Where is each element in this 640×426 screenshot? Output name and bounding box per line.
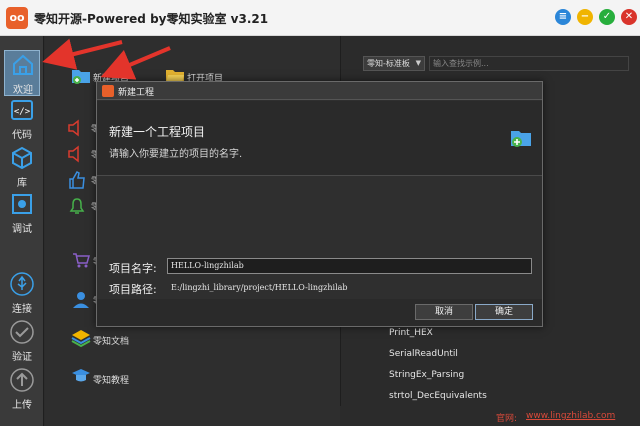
example-item[interactable]: StringEx_Parsing [389, 370, 464, 380]
dialog-heading: 新建一个工程项目 [109, 125, 206, 139]
dialog-title: 新建工程 [118, 88, 155, 98]
speaker-icon [68, 119, 79, 137]
upload-icon [10, 368, 34, 392]
sidebar-item-label: 连接 [12, 304, 32, 315]
minimize-button[interactable]: − [577, 9, 593, 25]
title-bar: oo 零知开源-Powered by零知实验室 v3.21 ≡ − ✓ ✕ [0, 0, 640, 36]
website-link[interactable]: www.lingzhilab.com [526, 411, 615, 421]
sidebar-item-code[interactable]: </> 代码 [4, 96, 40, 142]
sidebar-item-label: 欢迎 [13, 85, 33, 96]
user-icon [73, 292, 89, 308]
maximize-button[interactable]: ✓ [599, 9, 615, 25]
sidebar-item-connect[interactable]: 连接 [4, 270, 40, 316]
speaker-icon [68, 145, 79, 163]
app-title: 零知开源-Powered by零知实验室 v3.21 [34, 12, 269, 26]
menu-button[interactable]: ≡ [555, 9, 571, 25]
sidebar-item-label: 上传 [12, 400, 32, 411]
home-icon [13, 54, 33, 75]
example-item[interactable]: Print_HEX [389, 328, 433, 338]
cancel-button[interactable]: 取消 [415, 304, 473, 320]
app-logo: oo [6, 7, 28, 29]
dialog-footer: 取消 确定 [97, 299, 542, 326]
graduation-cap-icon [72, 369, 90, 382]
check-icon [10, 320, 34, 344]
minimize-icon: − [580, 11, 590, 22]
code-icon: </> [11, 100, 33, 120]
sidebar-item-verify[interactable]: 验证 [4, 318, 40, 364]
project-name-label: 项目名字: [109, 262, 157, 275]
maximize-icon: ✓ [602, 11, 612, 22]
board-select[interactable]: 零知-标准板 ▼ [363, 56, 425, 71]
example-search-input[interactable]: 输入查找示例... [429, 56, 629, 71]
footer: 官网: www.lingzhilab.com [340, 406, 640, 426]
dialog-subheading: 请输入你要建立的项目的名字. [109, 149, 243, 160]
dialog-header: 新建一个工程项目 请输入你要建立的项目的名字. [97, 101, 542, 176]
sidebar: 欢迎 </> 代码 库 调试 连接 验证 上传 [0, 36, 44, 426]
svg-text:</>: </> [14, 107, 31, 117]
cube-icon [12, 146, 32, 170]
new-project-dialog: 新建工程 新建一个工程项目 请输入你要建立的项目的名字. 项目名字: HELLO… [96, 81, 543, 327]
sidebar-item-library[interactable]: 库 [4, 144, 40, 190]
close-icon: ✕ [624, 11, 634, 22]
usb-icon [10, 272, 34, 296]
ok-button[interactable]: 确定 [475, 304, 533, 320]
app-window: oo 零知开源-Powered by零知实验室 v3.21 ≡ − ✓ ✕ 欢迎… [0, 0, 640, 426]
sidebar-item-label: 库 [17, 178, 27, 189]
sidebar-item-debug[interactable]: 调试 [4, 190, 40, 236]
close-button[interactable]: ✕ [621, 9, 637, 25]
website-label: 官网: [496, 414, 518, 424]
menu-icon: ≡ [558, 11, 568, 22]
bug-icon [12, 194, 32, 214]
app-logo-icon [102, 85, 114, 97]
cart-icon [73, 253, 90, 268]
project-name-input[interactable]: HELLO-lingzhilab [167, 258, 532, 274]
example-item[interactable]: SerialReadUntil [389, 349, 458, 359]
project-path-label: 项目路径: [109, 283, 157, 296]
example-item[interactable]: strtol_DecEquivalents [389, 391, 487, 401]
new-folder-icon [511, 131, 531, 147]
tutorials-link[interactable]: 零知教程 [93, 373, 129, 386]
chevron-down-icon: ▼ [415, 59, 421, 67]
sidebar-item-welcome[interactable]: 欢迎 [4, 50, 40, 96]
project-path-field[interactable]: E:/lingzhi_library/project/HELLO-lingzhi… [167, 280, 532, 296]
sidebar-item-label: 代码 [12, 130, 32, 141]
sidebar-item-label: 调试 [12, 224, 32, 235]
docs-link[interactable]: 零知文档 [93, 334, 129, 347]
thumbs-up-icon [69, 171, 85, 189]
new-folder-icon [72, 70, 90, 84]
sidebar-item-label: 验证 [12, 352, 32, 363]
layers-icon [71, 330, 91, 348]
sidebar-item-upload[interactable]: 上传 [4, 366, 40, 412]
board-select-value: 零知-标准板 [367, 59, 410, 68]
dialog-title-bar: 新建工程 [97, 82, 542, 100]
bell-icon [69, 198, 85, 214]
